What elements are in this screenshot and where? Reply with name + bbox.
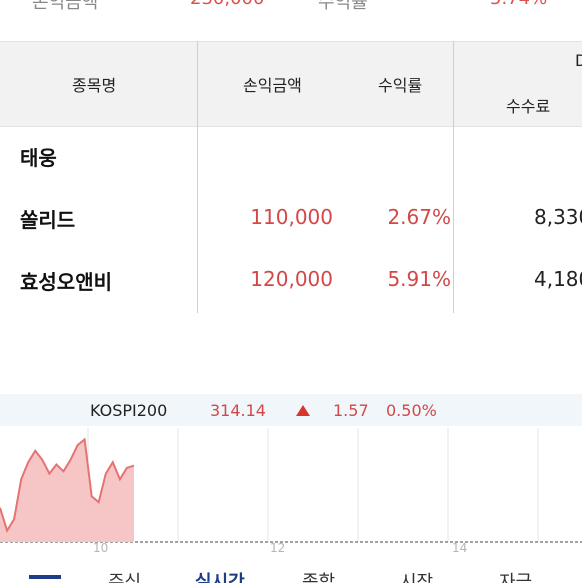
x-tick-label: 12 xyxy=(270,541,286,555)
x-tick-label: 14 xyxy=(452,541,468,555)
header-extra: D xyxy=(575,51,582,70)
index-value: 314.14 xyxy=(210,401,266,420)
tab-indicator xyxy=(29,575,61,579)
bottom-tab-bar: 주식 실시간 종합 시장 자금 xyxy=(0,556,582,583)
header-rate[interactable]: 수익률 xyxy=(378,72,422,96)
fee-value: 4,180 xyxy=(534,267,582,291)
table-row[interactable]: 태웅 xyxy=(0,126,582,188)
index-percent: 0.50% xyxy=(386,401,437,420)
table-header: 종목명 손익금액 수익률 수수료 D xyxy=(0,41,582,127)
profit-value: 110,000 xyxy=(250,205,333,229)
summary-profit-value: 230,000 xyxy=(190,0,264,9)
rate-value: 2.67% xyxy=(387,205,451,229)
summary-rate-label: 수익률 xyxy=(318,0,368,13)
stock-name: 효성오앤비 xyxy=(20,270,112,294)
x-tick-label: 10 xyxy=(93,541,109,555)
table-row[interactable]: 효성오앤비 120,000 5.91% 4,180 xyxy=(0,250,582,312)
tab-stock[interactable]: 주식 xyxy=(108,568,141,583)
up-arrow-icon xyxy=(296,405,310,416)
table-row[interactable]: 쏠리드 110,000 2.67% 8,330 xyxy=(0,188,582,250)
index-ticker[interactable]: KOSPI200 314.14 1.57 0.50% xyxy=(0,394,582,426)
fee-value: 8,330 xyxy=(534,205,582,229)
stock-name: 태웅 xyxy=(20,146,57,170)
header-profit[interactable]: 손익금액 xyxy=(243,72,302,96)
tab-funds[interactable]: 자금 xyxy=(499,568,532,583)
index-name: KOSPI200 xyxy=(90,401,168,420)
summary-rate-value: 5.74% xyxy=(490,0,547,9)
index-change: 1.57 xyxy=(333,401,369,420)
summary-profit-label: 손익금액 xyxy=(32,0,99,13)
header-name[interactable]: 종목명 xyxy=(72,72,116,96)
tab-market[interactable]: 시장 xyxy=(400,568,433,583)
header-fee[interactable]: 수수료 xyxy=(506,93,550,117)
stock-name: 쏠리드 xyxy=(20,208,76,232)
intraday-chart[interactable] xyxy=(0,426,582,556)
tab-overview[interactable]: 종합 xyxy=(302,568,335,583)
summary-partial: 손익금액 230,000 수익률 5.74% xyxy=(0,0,582,18)
tab-realtime[interactable]: 실시간 xyxy=(195,568,245,583)
profit-value: 120,000 xyxy=(250,267,333,291)
rate-value: 5.91% xyxy=(387,267,451,291)
